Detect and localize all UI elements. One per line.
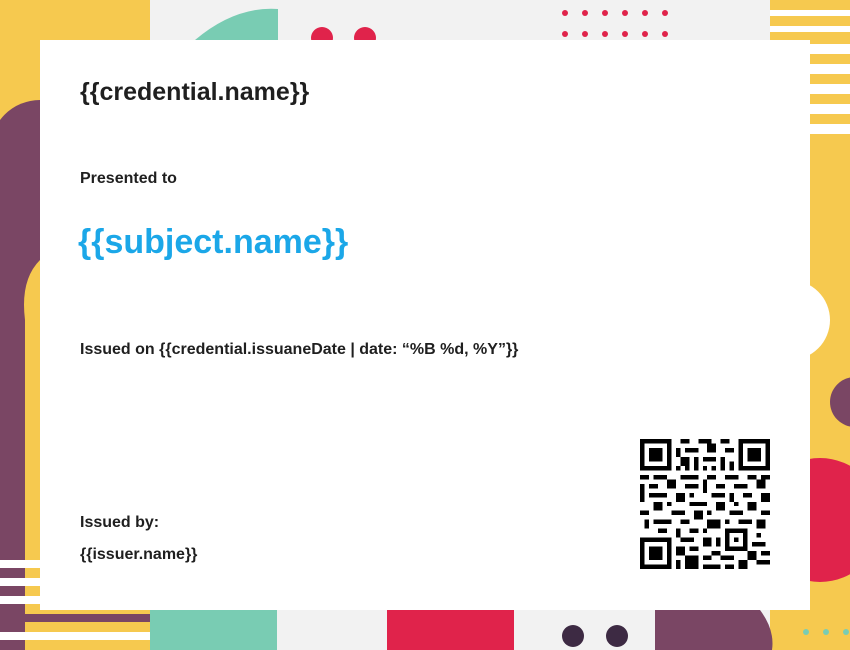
issued-by-label: Issued by: — [80, 514, 160, 531]
certificate-card: {{credential.name}} Presented to {{subje… — [40, 40, 810, 610]
issuer-name: {{issuer.name}} — [80, 546, 198, 563]
issued-on-label: Issued on — [80, 341, 155, 358]
issued-on-date: {{credential.issuaneDate | date: “%B %d,… — [159, 341, 519, 358]
qr-code-icon — [640, 439, 770, 569]
issued-on-line: Issued on {{credential.issuaneDate | dat… — [80, 341, 518, 359]
credential-name: {{credential.name}} — [80, 78, 310, 106]
subject-name: {{subject.name}} — [78, 223, 349, 261]
presented-to-label: Presented to — [80, 170, 177, 187]
